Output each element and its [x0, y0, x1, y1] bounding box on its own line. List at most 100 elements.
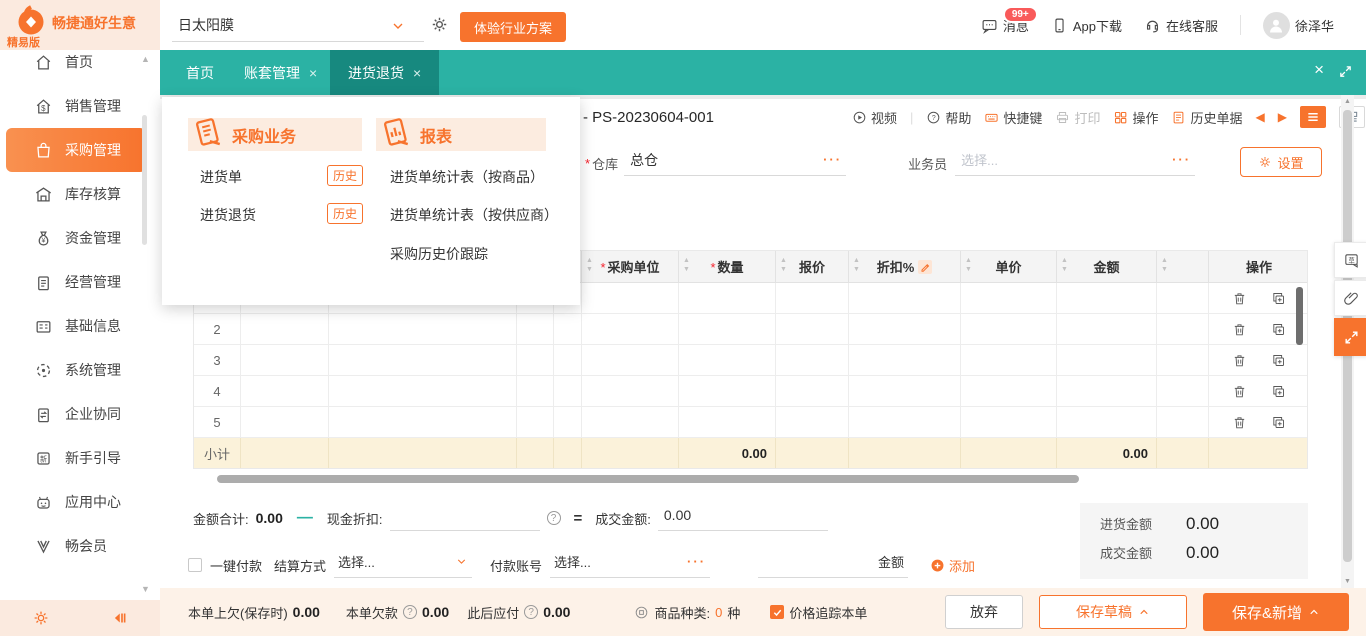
table-cell[interactable]: [776, 283, 849, 313]
table-cell[interactable]: [1157, 314, 1209, 344]
sort-icon[interactable]: ▲▼: [853, 256, 860, 275]
table-cell[interactable]: [329, 376, 517, 406]
table-cell[interactable]: [582, 376, 679, 406]
tab-close-icon[interactable]: ×: [309, 65, 317, 81]
account-settings-gear-icon[interactable]: [430, 15, 449, 34]
table-cell[interactable]: [241, 376, 329, 406]
table-cell[interactable]: [517, 376, 554, 406]
attachment-button[interactable]: [1334, 280, 1366, 316]
pay-account-more-icon[interactable]: ···: [687, 554, 706, 569]
table-cell[interactable]: [329, 345, 517, 375]
question-circle-icon[interactable]: ?: [403, 605, 417, 619]
column-header-采购单位[interactable]: ▲▼*采购单位: [582, 251, 679, 282]
table-cell[interactable]: [679, 283, 776, 313]
price-track-checkbox[interactable]: [770, 605, 784, 619]
table-cell[interactable]: [1057, 407, 1157, 437]
table-cell[interactable]: [582, 407, 679, 437]
table-cell[interactable]: [1157, 345, 1209, 375]
table-cell[interactable]: [961, 407, 1057, 437]
table-cell[interactable]: [776, 376, 849, 406]
save-draft-button[interactable]: 保存草稿: [1039, 595, 1187, 629]
table-cell[interactable]: [776, 314, 849, 344]
table-cell[interactable]: [1057, 283, 1157, 313]
sort-icon[interactable]: ▲▼: [965, 256, 972, 275]
menu-item-report-by-supplier[interactable]: 进货单统计表（按供应商）: [390, 205, 558, 225]
sidebar-item-sales[interactable]: 销售管理: [0, 84, 160, 128]
column-header-报价[interactable]: ▲▼报价: [776, 251, 849, 282]
table-cell[interactable]: [517, 314, 554, 344]
next-doc-icon[interactable]: ▶: [1278, 110, 1287, 124]
sidebar-scroll-down-icon[interactable]: ▼: [141, 584, 150, 594]
discount-input[interactable]: [390, 505, 540, 531]
table-cell[interactable]: [329, 407, 517, 437]
sidebar-item-membership[interactable]: 畅会员: [0, 524, 160, 568]
table-cell[interactable]: [849, 407, 961, 437]
expand-fullscreen-button[interactable]: [1334, 318, 1366, 356]
table-cell[interactable]: [1157, 376, 1209, 406]
warehouse-field[interactable]: 总仓 ···: [624, 150, 846, 176]
sidebar-item-collaboration[interactable]: 企业协同: [0, 392, 160, 436]
column-header[interactable]: ▲▼: [1157, 251, 1209, 282]
warehouse-more-icon[interactable]: ···: [823, 152, 842, 167]
purchase-order-history-tag[interactable]: 历史: [327, 165, 363, 186]
draft-notes-button[interactable]: [1334, 242, 1366, 278]
salesman-field[interactable]: 选择... ···: [955, 150, 1195, 176]
app-download-button[interactable]: App下载: [1051, 16, 1122, 35]
table-cell[interactable]: [1057, 345, 1157, 375]
scrollbar-thumb[interactable]: [217, 475, 1079, 483]
question-circle-icon[interactable]: ?: [524, 605, 538, 619]
save-and-new-button[interactable]: 保存&新增: [1203, 593, 1349, 631]
table-cell[interactable]: [849, 283, 961, 313]
user-menu[interactable]: 徐泽华: [1263, 12, 1334, 39]
messages-button[interactable]: 消息 99+: [981, 16, 1029, 35]
menu-item-price-history[interactable]: 采购历史价跟踪: [390, 244, 488, 264]
tab-purchase-return[interactable]: 进货退货 ×: [330, 50, 439, 95]
menu-item-purchase-order[interactable]: 进货单: [200, 167, 242, 187]
abandon-button[interactable]: 放弃: [945, 595, 1023, 629]
pay-amount-input[interactable]: 金额: [758, 552, 908, 578]
table-cell[interactable]: [554, 345, 582, 375]
table-cell[interactable]: [582, 283, 679, 313]
sidebar-item-system[interactable]: 系统管理: [0, 348, 160, 392]
table-vertical-scrollbar[interactable]: [1296, 287, 1303, 345]
delete-row-icon[interactable]: [1232, 353, 1247, 368]
copy-row-icon[interactable]: [1271, 291, 1286, 306]
sidebar-item-funds[interactable]: 资金管理: [0, 216, 160, 260]
one-click-pay-checkbox[interactable]: [188, 558, 202, 572]
table-cell[interactable]: [849, 314, 961, 344]
copy-row-icon[interactable]: [1271, 384, 1286, 399]
print-button[interactable]: 打印: [1055, 108, 1100, 127]
delete-row-icon[interactable]: [1232, 322, 1247, 337]
sidebar-item-inventory[interactable]: 库存核算: [0, 172, 160, 216]
question-circle-icon[interactable]: ?: [547, 511, 561, 525]
deal-amount-field[interactable]: 0.00: [658, 505, 828, 531]
sidebar-collapse-icon[interactable]: [110, 609, 128, 627]
column-header-折扣%[interactable]: ▲▼折扣%: [849, 251, 961, 282]
sidebar-item-operations[interactable]: 经营管理: [0, 260, 160, 304]
table-cell[interactable]: [1057, 314, 1157, 344]
trial-plan-button[interactable]: 体验行业方案: [460, 12, 566, 42]
table-cell[interactable]: [1157, 407, 1209, 437]
pay-account-select[interactable]: 选择... ···: [550, 552, 710, 578]
history-docs-button[interactable]: 历史单据: [1171, 108, 1242, 127]
settle-method-select[interactable]: 选择...: [334, 552, 472, 578]
scroll-up-icon[interactable]: ▲: [1344, 98, 1351, 105]
help-button[interactable]: 帮助: [926, 108, 971, 127]
fullscreen-icon[interactable]: [1338, 64, 1353, 79]
table-cell[interactable]: [776, 407, 849, 437]
sort-icon[interactable]: ▲▼: [1161, 256, 1168, 275]
sidebar-scrollbar[interactable]: [142, 115, 147, 245]
sidebar-item-guide[interactable]: 新手引导: [0, 436, 160, 480]
table-cell[interactable]: [241, 407, 329, 437]
sidebar-item-home[interactable]: 首页: [0, 50, 160, 84]
edit-column-icon[interactable]: [918, 260, 932, 274]
table-cell[interactable]: [849, 376, 961, 406]
column-header-金额[interactable]: ▲▼金额: [1057, 251, 1157, 282]
table-cell[interactable]: [241, 345, 329, 375]
account-selector[interactable]: 日太阳膜: [172, 8, 424, 42]
scroll-down-icon[interactable]: ▼: [1344, 578, 1351, 585]
online-service-button[interactable]: 在线客服: [1144, 16, 1218, 35]
delete-row-icon[interactable]: [1232, 291, 1247, 306]
list-view-toggle[interactable]: [1300, 106, 1326, 128]
table-cell[interactable]: [554, 407, 582, 437]
